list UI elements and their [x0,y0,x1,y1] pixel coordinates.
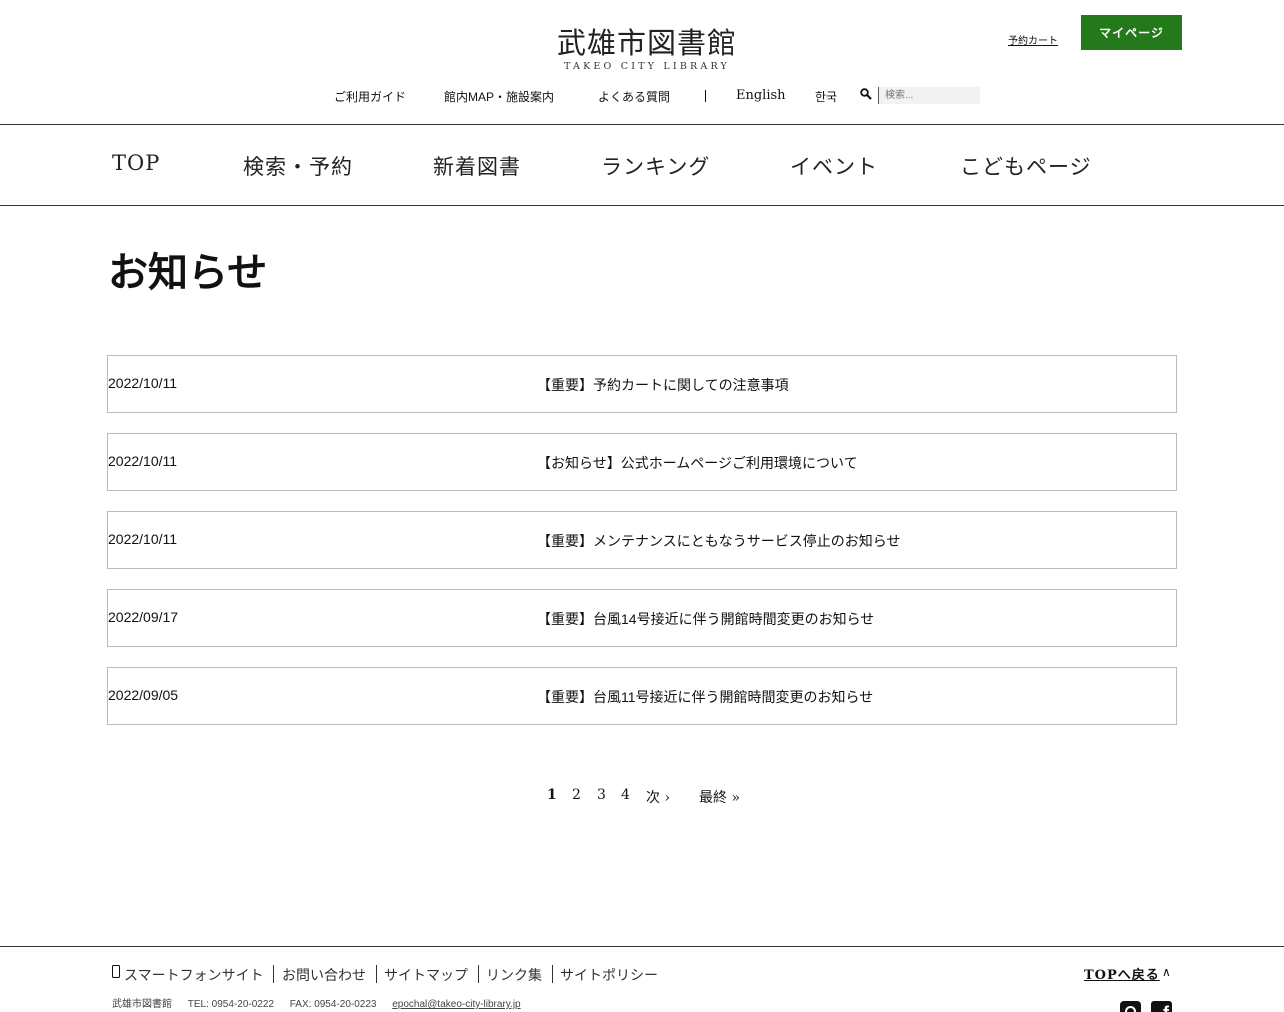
news-title-link[interactable]: 【重要】台風11号接近に伴う開館時間変更のお知らせ [537,687,873,707]
nav-kids-page[interactable]: こどもページ [960,151,1092,181]
footer-links-link[interactable]: リンク集 [486,965,542,985]
footer-divider-bar [273,965,274,983]
logo-english: TAKEO CITY LIBRARY [564,61,730,72]
footer-divider-bar [552,965,553,983]
footer-contact-link[interactable]: お問い合わせ [282,965,366,985]
news-title-link[interactable]: 【重要】予約カートに関しての注意事項 [537,375,789,395]
news-title-link[interactable]: 【重要】台風14号接近に伴う開館時間変更のお知らせ [537,609,874,629]
nav-search-reserve[interactable]: 検索・予約 [243,151,353,181]
news-item[interactable]: 2022/10/11 【重要】メンテナンスにともなうサービス停止のお知らせ [107,511,1177,569]
pager-page-link[interactable]: 4 [621,787,630,803]
footer-smartphone-link[interactable]: スマートフォンサイト [124,965,264,985]
news-item[interactable]: 2022/09/17 【重要】台風14号接近に伴う開館時間変更のお知らせ [107,589,1177,647]
main-nav: TOP 検索・予約 新着図書 ランキング イベント こどもページ [0,125,1284,205]
news-item[interactable]: 2022/09/05 【重要】台風11号接近に伴う開館時間変更のお知らせ [107,667,1177,725]
nav-top[interactable]: TOP [112,151,160,175]
nav-ranking[interactable]: ランキング [601,151,710,181]
chevron-up-icon[interactable]: ∧ [1162,965,1171,979]
site-header: 武雄市図書館 TAKEO CITY LIBRARY 予約カート マイページ ご利… [0,0,1284,124]
footer-policy-link[interactable]: サイトポリシー [560,965,658,985]
facebook-icon[interactable]: f [1151,1001,1172,1012]
news-title-link[interactable]: 【重要】メンテナンスにともなうサービス停止のお知らせ [537,531,900,551]
site-logo[interactable]: 武雄市図書館 TAKEO CITY LIBRARY [549,26,745,72]
search-input[interactable] [878,87,980,104]
footer-library-name: 武雄市図書館 [112,999,172,1010]
pager-page-link[interactable]: 2 [572,787,581,803]
news-date: 2022/09/05 [108,687,179,703]
pagination: 1 2 3 4 次 › 最終 » [0,787,1284,807]
language-english-link[interactable]: English [736,88,786,103]
search-icon[interactable] [860,88,872,100]
news-title-link[interactable]: 【お知らせ】公式ホームページご利用環境について [537,453,858,473]
footer-divider-bar [376,965,377,983]
nav-new-books[interactable]: 新着図書 [433,151,521,181]
instagram-icon[interactable] [1120,1001,1141,1012]
footer-tel: TEL: 0954-20-0222 [187,999,274,1010]
utility-nav: ご利用ガイド 館内MAP・施設案内 よくある質問 English 한국 [0,88,1284,106]
utility-guide-link[interactable]: ご利用ガイド [334,88,406,105]
footer-divider [0,946,1284,947]
smartphone-icon [112,965,120,978]
mypage-button[interactable]: マイページ [1081,15,1182,50]
nav-divider [0,205,1284,206]
logo-japanese: 武雄市図書館 [556,26,737,60]
news-date: 2022/09/17 [108,609,179,625]
language-korean-link[interactable]: 한국 [815,88,837,105]
news-date: 2022/10/11 [108,531,178,547]
footer-contact-info: 武雄市図書館 TEL: 0954-20-0222 FAX: 0954-20-02… [112,995,534,1010]
news-item[interactable]: 2022/10/11 【お知らせ】公式ホームページご利用環境について [107,433,1177,491]
news-item[interactable]: 2022/10/11 【重要】予約カートに関しての注意事項 [107,355,1177,413]
pager-next-link[interactable]: 次 › [646,787,670,807]
news-date: 2022/10/11 [108,375,178,391]
footer-links: スマートフォンサイト お問い合わせ サイトマップ リンク集 サイトポリシー [0,965,900,985]
reservation-cart-link[interactable]: 予約カート [1008,32,1058,47]
back-to-top-link[interactable]: TOPへ戻る [1084,964,1160,983]
footer-fax: FAX: 0954-20-0223 [289,999,377,1010]
page-title: お知らせ [108,249,268,296]
news-date: 2022/10/11 [108,453,178,469]
utility-divider [705,90,706,102]
footer-sitemap-link[interactable]: サイトマップ [384,965,468,985]
pager-page-link[interactable]: 3 [597,787,606,803]
utility-map-link[interactable]: 館内MAP・施設案内 [444,88,554,105]
footer-divider-bar [478,965,479,983]
pager-current-page: 1 [547,787,557,803]
footer-email-link[interactable]: epochal@takeo-city-library.jp [392,999,520,1010]
utility-faq-link[interactable]: よくある質問 [598,88,670,105]
nav-events[interactable]: イベント [790,151,878,181]
pager-last-link[interactable]: 最終 » [699,787,740,807]
